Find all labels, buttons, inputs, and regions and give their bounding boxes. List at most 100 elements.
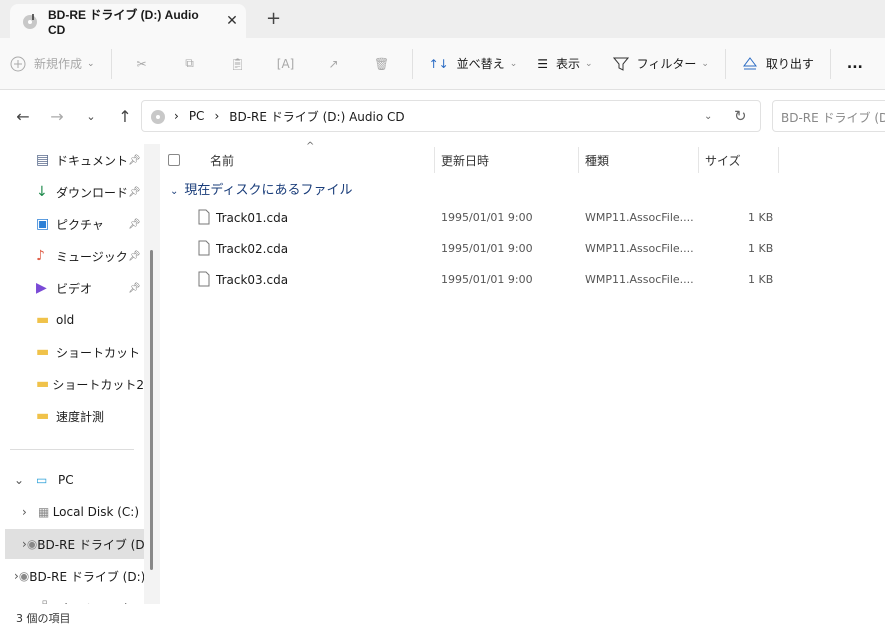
sidebar-item-label: ミュージック (56, 249, 128, 264)
file-size: 1 KB (748, 211, 774, 224)
tree-item[interactable]: ›◉BD-RE ドライブ (D:) Audio CD (5, 529, 144, 559)
sidebar-scrollbar[interactable] (144, 144, 160, 604)
filter-label: フィルター (636, 57, 697, 71)
sidebar-item[interactable]: ♪ ミュージック 📌︎ (36, 241, 144, 271)
tree-item[interactable]: ›◉BD-RE ドライブ (D:) Audio CD (0, 561, 144, 591)
new-button[interactable]: 新規作成 ⌄ (0, 46, 105, 82)
search-input[interactable]: BD-RE ドライブ (D:) Audio CDの検索 (772, 100, 885, 132)
filter-button[interactable]: フィルター ⌄ (603, 46, 719, 82)
eject-label: 取り出す (765, 57, 814, 71)
sidebar-item-label: ショートカット2 (52, 377, 144, 392)
file-icon (198, 271, 210, 290)
file-type: WMP11.AssocFile.... (585, 242, 694, 255)
tab-bar: BD-RE ドライブ (D:) Audio CD ✕ + (0, 0, 885, 38)
cd-drive-icon (151, 110, 165, 124)
address-bar[interactable]: › PC › BD-RE ドライブ (D:) Audio CD ⌄ ↻ (141, 100, 761, 132)
pin-icon: 📌︎ (128, 186, 141, 198)
address-dropdown-icon[interactable]: ⌄ (704, 111, 712, 122)
navigation-bar: ← → ⌄ ↑ › PC › BD-RE ドライブ (D:) Audio CD ⌄ … (0, 91, 885, 141)
tree-item-label: BD-RE ドライブ (D:) Audio CD (37, 537, 144, 552)
delete-icon[interactable]: 🗑︎ (358, 46, 406, 82)
file-list: 名前 ^ 更新日時 種類 サイズ ⌄ 現在ディスクにあるファイル Track01.c… (160, 141, 885, 601)
back-icon[interactable]: ← (6, 107, 40, 126)
tree-item[interactable]: ⌄ ▭ PC (0, 465, 139, 495)
sidebar-item[interactable]: ↓ ダウンロード 📌︎ (36, 177, 144, 207)
copy-icon[interactable]: ⧉ (166, 46, 214, 82)
folder-icon: ▬ (36, 312, 50, 328)
sort-ascending-icon: ^ (306, 141, 315, 152)
navigation-pane: ▤ ドキュメント 📌︎ ↓ ダウンロード 📌︎ ▣ ピクチャ 📌︎ ♪ ミュージック 📌︎ ▶ ビデオ 📌︎… (0, 144, 144, 604)
sidebar-item[interactable]: ▬ ショートカット2 (36, 369, 144, 399)
folder-icon: ▬ (36, 344, 50, 360)
file-name: Track02.cda (216, 242, 289, 256)
pin-icon: 📌︎ (128, 282, 141, 294)
column-type[interactable]: 種類 (579, 147, 699, 173)
eject-button[interactable]: 取り出す (732, 46, 824, 82)
sidebar-item[interactable]: ▬ 速度計測 (36, 401, 144, 431)
group-label: 現在ディスクにあるファイル (184, 183, 353, 198)
refresh-icon[interactable]: ↻ (734, 107, 747, 125)
sidebar-item[interactable]: ▣ ピクチャ 📌︎ (36, 209, 144, 239)
view-icon: ☰ (537, 56, 548, 71)
column-name[interactable]: 名前 ^ (168, 141, 435, 173)
group-header[interactable]: ⌄ 現在ディスクにあるファイル (170, 179, 352, 198)
sort-button[interactable]: ↑↓ 並べ替え ⌄ (419, 46, 528, 82)
folder-icon: ▬ (36, 408, 50, 424)
sidebar-item-label: ビデオ (56, 281, 93, 296)
column-name-label: 名前 (210, 153, 235, 168)
rename-icon[interactable]: [A] (262, 46, 310, 82)
document-icon: ▤ (36, 152, 50, 168)
sidebar-item-label: ピクチャ (56, 217, 104, 232)
sidebar-item[interactable]: ▤ ドキュメント 📌︎ (36, 145, 144, 175)
breadcrumb-drive[interactable]: BD-RE ドライブ (D:) Audio CD (229, 108, 404, 125)
column-date[interactable]: 更新日時 (435, 147, 579, 173)
up-icon[interactable]: ↑ (108, 107, 142, 126)
expand-chevron-icon[interactable]: › (22, 505, 38, 519)
tree-item[interactable]: › ▦ Local Disk (C:) (0, 497, 139, 527)
close-tab-icon[interactable]: ✕ (218, 13, 246, 29)
file-row[interactable]: Track01.cda 1995/01/01 9:00 WMP11.AssocFil… (160, 203, 885, 233)
file-size: 1 KB (748, 242, 774, 255)
pin-icon: 📌︎ (128, 250, 141, 262)
sort-label: 並べ替え (456, 57, 505, 71)
sidebar-item[interactable]: ▶ ビデオ 📌︎ (36, 273, 144, 303)
new-tab-button[interactable]: + (266, 8, 281, 29)
file-name: Track03.cda (216, 273, 289, 287)
folder-icon: ▬ (36, 376, 50, 392)
cut-icon[interactable]: ✂ (118, 46, 166, 82)
file-icon (198, 209, 210, 228)
plus-circle-icon (10, 56, 26, 71)
select-all-checkbox[interactable] (168, 154, 180, 166)
picture-icon: ▣ (36, 216, 50, 232)
file-row[interactable]: Track02.cda 1995/01/01 9:00 WMP11.AssocFil… (160, 234, 885, 264)
cd-drive-icon (23, 14, 37, 29)
paste-icon[interactable]: 📋︎ (214, 46, 262, 82)
new-label: 新規作成 (34, 57, 83, 71)
file-icon (198, 240, 210, 259)
music-icon: ♪ (36, 248, 45, 264)
forward-icon[interactable]: → (40, 107, 74, 126)
sidebar-item-label: ドキュメント (56, 153, 129, 168)
share-icon[interactable]: ↗ (310, 46, 358, 82)
pc-icon: ▭ (36, 473, 48, 487)
tree-item[interactable]: ›🖧ネットワーク (0, 593, 139, 605)
sidebar-item[interactable]: ▬ ショートカット (36, 337, 144, 367)
tab-active[interactable]: BD-RE ドライブ (D:) Audio CD ✕ (10, 4, 246, 38)
file-date: 1995/01/01 9:00 (441, 273, 533, 286)
video-icon: ▶ (36, 280, 47, 296)
filter-icon (612, 57, 629, 71)
sidebar-item-label: ダウンロード (56, 185, 129, 200)
breadcrumb-pc[interactable]: PC (189, 109, 205, 123)
pin-icon: 📌︎ (128, 154, 141, 166)
file-type: WMP11.AssocFile.... (585, 211, 694, 224)
sidebar-item[interactable]: ▬ old (36, 305, 144, 335)
file-row[interactable]: Track03.cda 1995/01/01 9:00 WMP11.AssocFil… (160, 265, 885, 295)
local-disk-icon: ▦ (38, 505, 50, 519)
more-button[interactable]: ... (837, 46, 873, 82)
tree-item-label: Local Disk (C:) (52, 505, 139, 519)
view-button[interactable]: ☰ 表示 ⌄ (527, 46, 602, 82)
column-size[interactable]: サイズ (699, 147, 779, 173)
pin-icon: 📌︎ (128, 218, 141, 230)
expand-chevron-icon[interactable]: ⌄ (14, 473, 36, 487)
recent-chevron-icon[interactable]: ⌄ (74, 110, 108, 123)
